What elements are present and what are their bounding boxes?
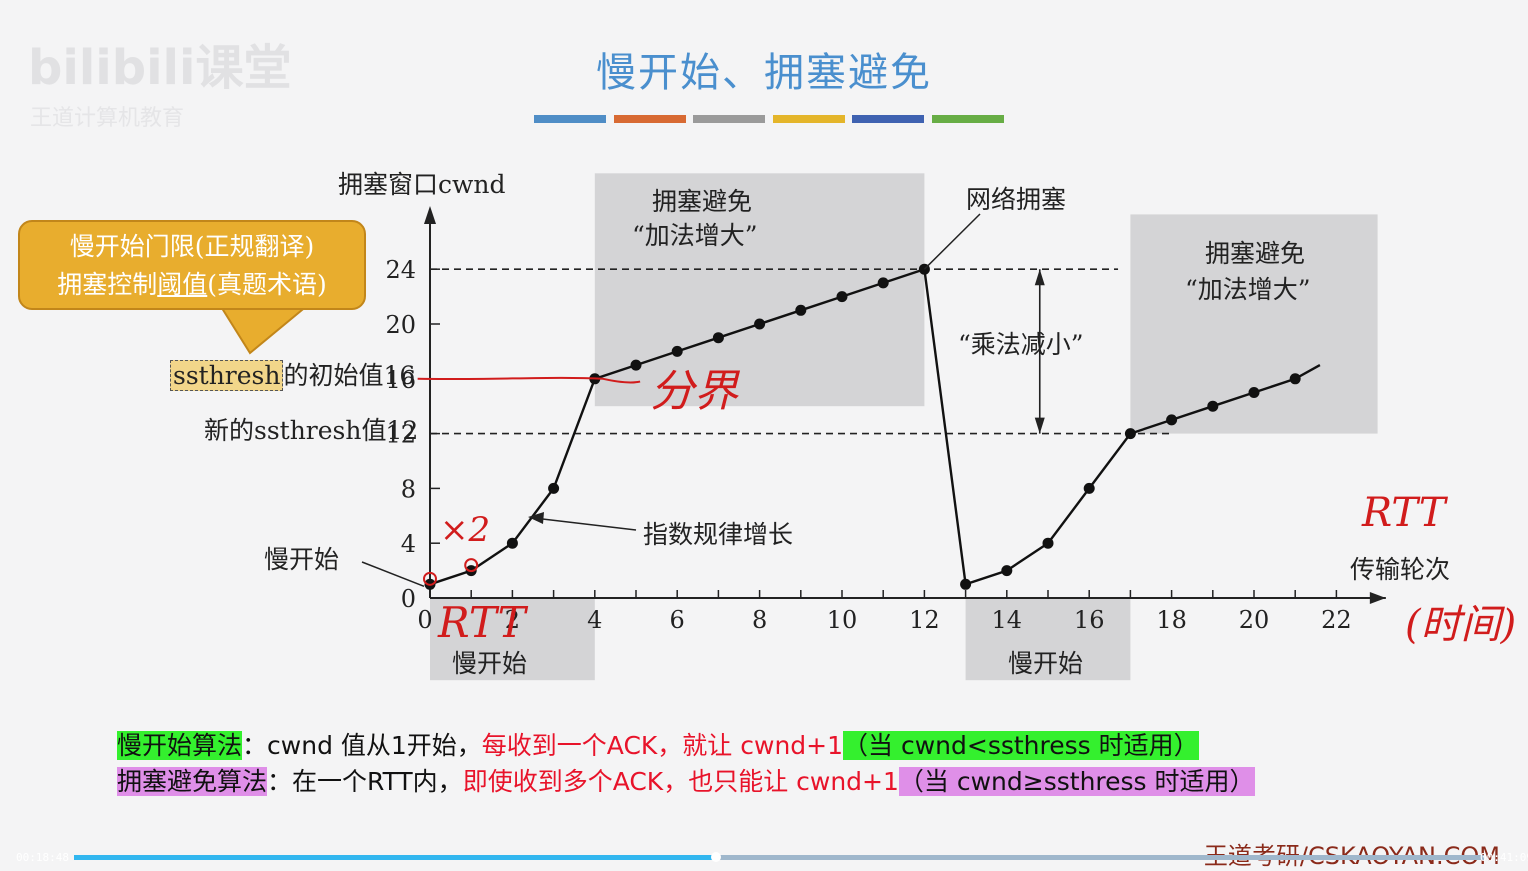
y-tick-label: 0 xyxy=(401,585,416,613)
annotation-multiplicative-decrease: “乘法减小” xyxy=(958,330,1084,359)
region-label-ca-2: 拥塞避免 xyxy=(1205,239,1306,268)
leader-exponential-growth xyxy=(533,517,637,531)
ssthresh-highlight: ssthresh xyxy=(170,360,284,391)
x-tick-label: 16 xyxy=(1074,606,1105,634)
decrease-arrow-head-bottom xyxy=(1034,417,1045,434)
y-tick-label: 4 xyxy=(401,530,416,558)
handwritten-boundary: 分界 xyxy=(650,366,738,417)
congestion-avoidance-condition: （当 cwnd≥ssthress 时适用） xyxy=(898,767,1255,796)
handwritten-rtt-axis: RTT xyxy=(1362,490,1446,536)
x-tick-label: 0 xyxy=(417,606,432,634)
cwnd-data-point xyxy=(960,578,972,590)
congestion-avoidance-name: 拥塞避免算法 xyxy=(117,767,268,796)
x-tick-label: 12 xyxy=(909,606,940,634)
decrease-arrow-head-top xyxy=(1034,269,1045,286)
slow-start-algorithm: 慢开始算法：cwnd 值从1开始，每收到一个ACK，就让 cwnd+1（当 cw… xyxy=(117,731,1199,760)
video-progress-handle[interactable] xyxy=(710,852,721,862)
x-tick-label: 6 xyxy=(670,606,685,634)
cwnd-data-point xyxy=(1001,565,1013,577)
cwnd-data-point xyxy=(1042,537,1054,549)
cwnd-data-point xyxy=(795,304,807,316)
handwritten-rtt-unit: RTT xyxy=(438,598,526,647)
x-tick-label: 14 xyxy=(992,606,1023,634)
cwnd-data-point xyxy=(548,482,560,494)
handwritten-times-two: ×2 xyxy=(440,510,491,550)
callout-line-1: 慢开始门限(正规翻译) xyxy=(69,232,315,261)
region-label-ca-2-sub: “加法增大” xyxy=(1185,275,1311,304)
congestion-avoidance-algorithm: 拥塞避免算法：在一个RTT内，即使收到多个ACK，也只能让 cwnd+1（当 c… xyxy=(117,767,1255,796)
leader-slow-start xyxy=(361,561,425,587)
slow-start-name: 慢开始算法 xyxy=(117,731,243,760)
callout-line-2: 拥塞控制阈值(真题术语) xyxy=(57,270,327,299)
cwnd-data-point xyxy=(1124,428,1136,440)
annotation-slow-start: 慢开始 xyxy=(264,545,340,574)
total-time: 00:41:09 xyxy=(1480,851,1528,864)
handwritten-time-note: (时间) xyxy=(1405,602,1517,648)
annotation-new-ssthresh: 新的ssthresh值12 xyxy=(204,416,419,445)
cwnd-data-point xyxy=(836,291,848,303)
cwnd-data-point xyxy=(1166,414,1178,426)
x-tick-label: 20 xyxy=(1239,606,1270,634)
slow-start-condition: （当 cwnd<ssthress 时适用） xyxy=(843,731,1199,760)
cwnd-data-point xyxy=(877,277,889,289)
video-progress-fill xyxy=(74,855,716,860)
cwnd-data-point xyxy=(1207,400,1219,412)
x-tick-label: 8 xyxy=(752,606,767,634)
footer-brand: 王道考研/CSKAOYAN.COM xyxy=(1204,836,1500,871)
region-label-ca-1: 拥塞避免 xyxy=(652,187,753,216)
annotation-network-congestion: 网络拥塞 xyxy=(966,185,1067,214)
cwnd-data-point xyxy=(712,332,724,344)
x-tick-label: 22 xyxy=(1321,606,1352,634)
cwnd-data-point xyxy=(506,537,518,549)
x-tick-label: 4 xyxy=(587,606,602,634)
y-tick-label: 24 xyxy=(385,256,416,284)
cwnd-data-point xyxy=(1083,482,1095,494)
y-tick-label: 20 xyxy=(385,311,416,339)
region-label-ss-2: 慢开始 xyxy=(1008,649,1084,678)
cwnd-data-point xyxy=(1248,387,1260,398)
cwnd-data-point xyxy=(1289,373,1301,385)
x-tick-label: 10 xyxy=(827,606,858,634)
x-axis-arrow xyxy=(1369,592,1386,604)
current-time: 00:18:48 xyxy=(16,851,69,864)
shaded-region xyxy=(594,173,925,407)
x-tick-label: 18 xyxy=(1156,606,1187,634)
ssthresh-callout: 慢开始门限(正规翻译) 拥塞控制阈值(真题术语) xyxy=(18,220,366,310)
x-axis-label: 传输轮次 xyxy=(1350,555,1451,584)
annotation-exponential-growth: 指数规律增长 xyxy=(643,520,794,549)
y-axis-label: 拥塞窗口cwnd xyxy=(338,170,506,199)
cwnd-data-point xyxy=(630,359,642,371)
y-tick-label: 8 xyxy=(401,475,416,503)
annotation-ssthresh-initial: ssthresh 的初始值16 xyxy=(170,356,415,392)
leader-network-congestion xyxy=(923,213,981,270)
region-label-ss-1: 慢开始 xyxy=(452,649,528,678)
region-label-ca-1-sub: “加法增大” xyxy=(632,221,758,250)
cwnd-data-point xyxy=(754,318,766,330)
callout-tail xyxy=(218,304,320,361)
y-axis-arrow xyxy=(424,206,436,224)
